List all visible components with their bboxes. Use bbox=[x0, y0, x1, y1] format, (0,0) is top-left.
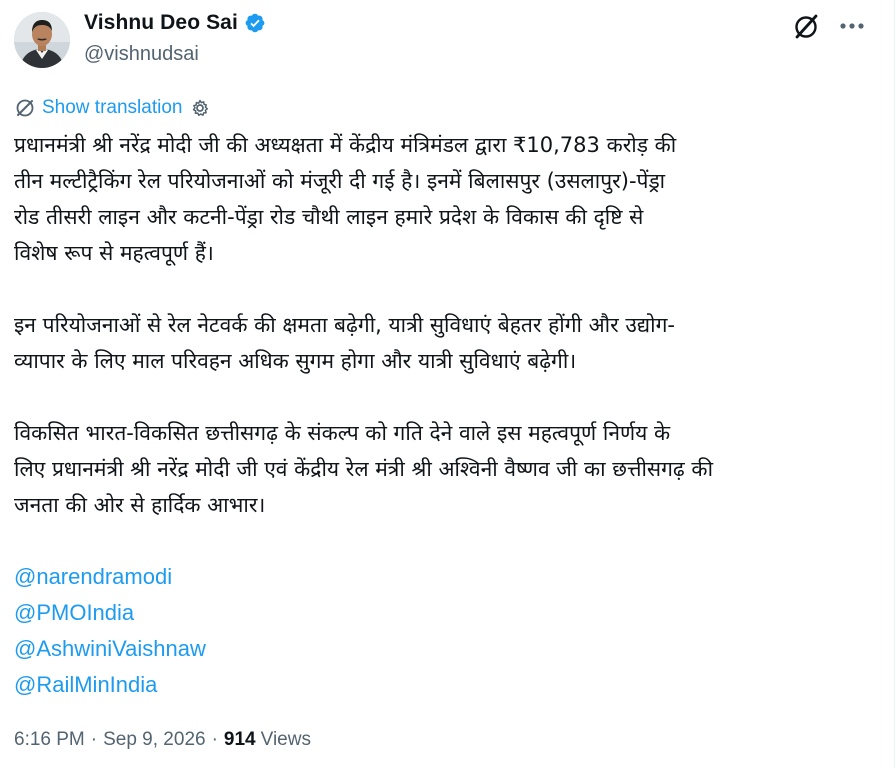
meta-separator: · bbox=[90, 729, 98, 750]
views-count: 914 bbox=[223, 729, 256, 750]
avatar[interactable] bbox=[14, 12, 70, 68]
post-time[interactable]: 6:16 PM bbox=[14, 729, 85, 751]
tweet: Vishnu Deo Sai @vishnudsai Show translat… bbox=[0, 0, 895, 768]
meta-separator: · bbox=[211, 729, 218, 750]
grok-icon[interactable] bbox=[791, 12, 821, 42]
tweet-paragraph: इन परियोजनाओं से रेल नेटवर्क की क्षमता ब… bbox=[14, 313, 675, 373]
tweet-paragraph: विकसित भारत-विकसित छत्तीसगढ़ के संकल्प क… bbox=[14, 421, 714, 517]
tweet-meta: 6:16 PM · Sep 9, 2026 · 914 Views bbox=[14, 729, 311, 751]
ellipsis-icon bbox=[840, 23, 864, 29]
translation-row: Show translation bbox=[14, 97, 210, 119]
author-name-row[interactable]: Vishnu Deo Sai bbox=[84, 11, 266, 35]
tweet-paragraph: प्रधानमंत्री श्री नरेंद्र मोदी जी की अध्… bbox=[14, 133, 677, 265]
tweet-text: प्रधानमंत्री श्री नरेंद्र मोदी जी की अध्… bbox=[14, 127, 874, 523]
mention-link[interactable]: @narendramodi bbox=[14, 559, 172, 595]
mention-link[interactable]: @RailMinIndia bbox=[14, 667, 157, 703]
post-date[interactable]: Sep 9, 2026 bbox=[103, 729, 205, 751]
author-handle[interactable]: @vishnudsai bbox=[84, 43, 199, 66]
verified-badge-icon bbox=[245, 13, 265, 33]
mentions-list: @narendramodi @PMOIndia @AshwiniVaishnaw… bbox=[14, 559, 206, 703]
avatar-image bbox=[14, 12, 70, 68]
mention-link[interactable]: @PMOIndia bbox=[14, 595, 134, 631]
mention-link[interactable]: @AshwiniVaishnaw bbox=[14, 631, 206, 667]
show-translation-link[interactable]: Show translation bbox=[42, 97, 182, 119]
views-label: Views bbox=[260, 729, 311, 750]
settings-gear-icon[interactable] bbox=[190, 98, 210, 118]
author-display-name[interactable]: Vishnu Deo Sai bbox=[84, 11, 238, 35]
globe-translate-icon bbox=[16, 99, 34, 117]
more-options-icon[interactable] bbox=[836, 12, 868, 40]
